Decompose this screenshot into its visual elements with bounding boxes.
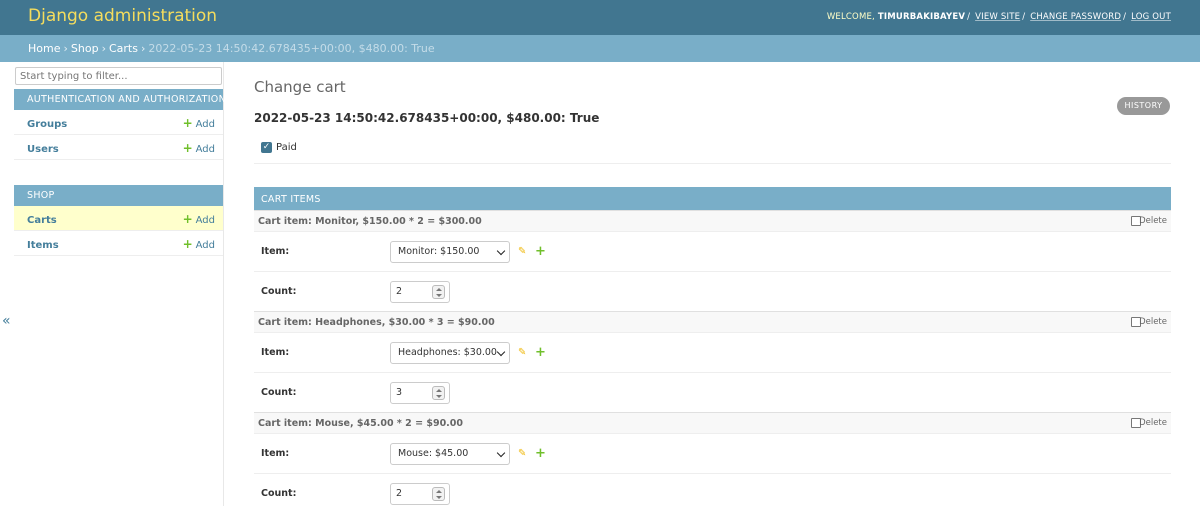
stepper-icon[interactable] [432,386,445,400]
log-out-link[interactable]: LOG OUT [1131,12,1171,22]
count-input[interactable]: 2 [390,281,450,303]
count-input[interactable]: 3 [390,382,450,404]
item-select-value: Mouse: $45.00 [398,448,469,459]
item-field-row: Item: Monitor: $150.00 ✎ + [254,232,1171,272]
item-field-row: Item: Mouse: $45.00 ✎ + [254,434,1171,474]
inline-row-title: Cart item: Monitor, $150.00 * 2 = $300.0… [258,216,482,227]
separator: / [967,12,971,22]
chevron-down-icon [496,347,506,357]
inline-caption: CART ITEMS [254,187,1171,210]
sidebar-item-users[interactable]: Users + Add [14,135,223,160]
item-select[interactable]: Monitor: $150.00 [390,241,510,263]
plus-icon: + [182,141,193,155]
page-title: Change cart [254,78,346,96]
site-name[interactable]: Django administration [28,6,217,26]
plus-icon: + [182,212,193,226]
nav-sidebar: AUTHENTICATION AND AUTHORIZATION Groups … [14,62,226,506]
checkmark-icon: ✓ [262,142,271,152]
module-caption-auth[interactable]: AUTHENTICATION AND AUTHORIZATION [14,89,226,110]
add-carts-link[interactable]: + Add [183,212,215,226]
plus-icon[interactable]: + [535,345,546,360]
sidebar-item-label[interactable]: Users [27,144,59,155]
inline-row-title: Cart item: Mouse, $45.00 * 2 = $90.00 [258,418,464,429]
item-label: Item: [261,347,290,358]
view-site-link[interactable]: VIEW SITE [975,12,1020,22]
count-value: 2 [396,286,403,297]
pencil-icon[interactable]: ✎ [518,246,526,257]
sidebar-item-groups[interactable]: Groups + Add [14,110,223,135]
plus-icon: + [182,237,193,251]
paid-checkbox[interactable]: ✓ [261,142,272,153]
double-chevron-left-icon[interactable]: « [2,313,11,329]
delete-label[interactable]: Delete [1139,418,1167,428]
sidebar-item-items[interactable]: Items + Add [14,231,223,256]
user-tools: WELCOME, TIMURBAKIBAYEV / VIEW SITE / CHAN… [827,12,1171,22]
breadcrumb-separator: › [140,42,146,55]
add-users-link[interactable]: + Add [183,141,215,155]
object-title: 2022-05-23 14:50:42.678435+00:00, $480.0… [254,111,600,125]
plus-icon[interactable]: + [535,446,546,461]
count-label: Count: [261,286,297,297]
username: TIMURBAKIBAYEV [877,12,966,22]
inline-row-title: Cart item: Headphones, $30.00 * 3 = $90.… [258,317,495,328]
pencil-icon[interactable]: ✎ [518,448,526,459]
stepper-icon[interactable] [432,487,445,501]
site-header: Django administration WELCOME, TIMURBAKI… [0,0,1200,35]
item-select[interactable]: Mouse: $45.00 [390,443,510,465]
item-select[interactable]: Headphones: $30.00 [390,342,510,364]
chevron-down-icon [496,246,506,256]
add-label: Add [195,144,215,155]
breadcrumb-current: 2022-05-23 14:50:42.678435+00:00, $480.0… [148,42,435,55]
add-label: Add [195,215,215,226]
change-password-link[interactable]: CHANGE PASSWORD [1030,12,1121,22]
divider [254,163,1171,164]
breadcrumb: Home › Shop › Carts › 2022-05-23 14:50:42.6784… [0,35,1200,62]
count-field-row: Count: 3 [254,373,1171,413]
breadcrumb-shop[interactable]: Shop [71,42,99,55]
add-items-link[interactable]: + Add [183,237,215,251]
breadcrumb-carts[interactable]: Carts [109,42,138,55]
item-select-value: Headphones: $30.00 [398,347,497,358]
sidebar-item-label[interactable]: Groups [27,119,67,130]
count-field-row: Count: 2 [254,272,1171,312]
delete-label[interactable]: Delete [1139,216,1167,226]
add-groups-link[interactable]: + Add [183,116,215,130]
add-label: Add [195,240,215,251]
item-label: Item: [261,246,290,257]
pencil-icon[interactable]: ✎ [518,347,526,358]
inline-row-header: Cart item: Mouse, $45.00 * 2 = $90.00 De… [254,412,1171,434]
paid-label[interactable]: Paid [276,142,297,153]
stepper-icon[interactable] [432,285,445,299]
breadcrumb-separator: › [63,42,68,55]
breadcrumb-home[interactable]: Home [28,42,60,55]
count-input[interactable]: 2 [390,483,450,505]
module-caption-shop[interactable]: SHOP [14,185,223,206]
breadcrumb-separator: › [101,42,106,55]
inline-row-header: Cart item: Monitor, $150.00 * 2 = $300.0… [254,210,1171,232]
plus-icon: + [182,116,193,130]
count-field-row: Count: 2 [254,474,1171,506]
sidebar-item-label[interactable]: Carts [27,215,57,226]
add-label: Add [195,119,215,130]
sidebar-item-carts[interactable]: Carts + Add [14,206,223,231]
count-value: 2 [396,488,403,499]
item-select-value: Monitor: $150.00 [398,246,480,257]
history-button[interactable]: HISTORY [1117,97,1170,115]
plus-icon[interactable]: + [535,244,546,259]
chevron-down-icon [496,448,506,458]
delete-label[interactable]: Delete [1139,317,1167,327]
count-value: 3 [396,387,403,398]
separator: / [1123,12,1127,22]
welcome-text: WELCOME, [826,12,875,22]
inline-row-header: Cart item: Headphones, $30.00 * 3 = $90.… [254,311,1171,333]
count-label: Count: [261,488,297,499]
item-label: Item: [261,448,290,459]
nav-filter-input[interactable] [15,67,222,85]
sidebar-item-label[interactable]: Items [27,240,59,251]
separator: / [1022,12,1026,22]
item-field-row: Item: Headphones: $30.00 ✎ + [254,333,1171,373]
count-label: Count: [261,387,297,398]
